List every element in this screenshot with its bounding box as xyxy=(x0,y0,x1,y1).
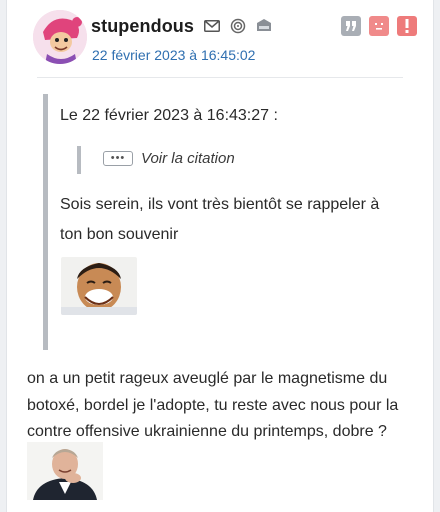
message-body: on a un petit rageux aveuglé par le magn… xyxy=(27,370,399,440)
author-name[interactable]: stupendous xyxy=(91,16,194,37)
badge-icon xyxy=(255,17,273,35)
quote-header: Le 22 février 2023 à 16:43:27 : xyxy=(60,107,278,124)
avatar[interactable] xyxy=(33,10,87,64)
author-icons xyxy=(203,17,273,35)
exclamation-icon xyxy=(405,19,409,33)
quote-icon xyxy=(346,21,356,31)
message-card: stupendous 22 février 2023 à 16:45:02 Le… xyxy=(6,0,434,512)
risitas-sticker xyxy=(61,257,137,315)
report-button[interactable] xyxy=(397,16,417,36)
nested-quote-toggle[interactable]: ••• xyxy=(103,151,133,166)
mail-icon[interactable] xyxy=(203,17,221,35)
header-divider xyxy=(37,77,403,78)
nested-quote-label[interactable]: Voir la citation xyxy=(141,150,235,167)
spiral-icon xyxy=(229,17,247,35)
quoted-text: Sois serein, ils vont très bientôt se ra… xyxy=(60,196,380,243)
post-date[interactable]: 22 février 2023 à 16:45:02 xyxy=(92,47,255,63)
sad-face-icon xyxy=(375,23,383,30)
putin-sticker xyxy=(27,442,103,500)
quote-bar xyxy=(43,94,48,350)
nested-quote-bar xyxy=(77,146,81,174)
private-message-button[interactable] xyxy=(369,16,389,36)
message-actions xyxy=(341,16,417,36)
quote-button[interactable] xyxy=(341,16,361,36)
